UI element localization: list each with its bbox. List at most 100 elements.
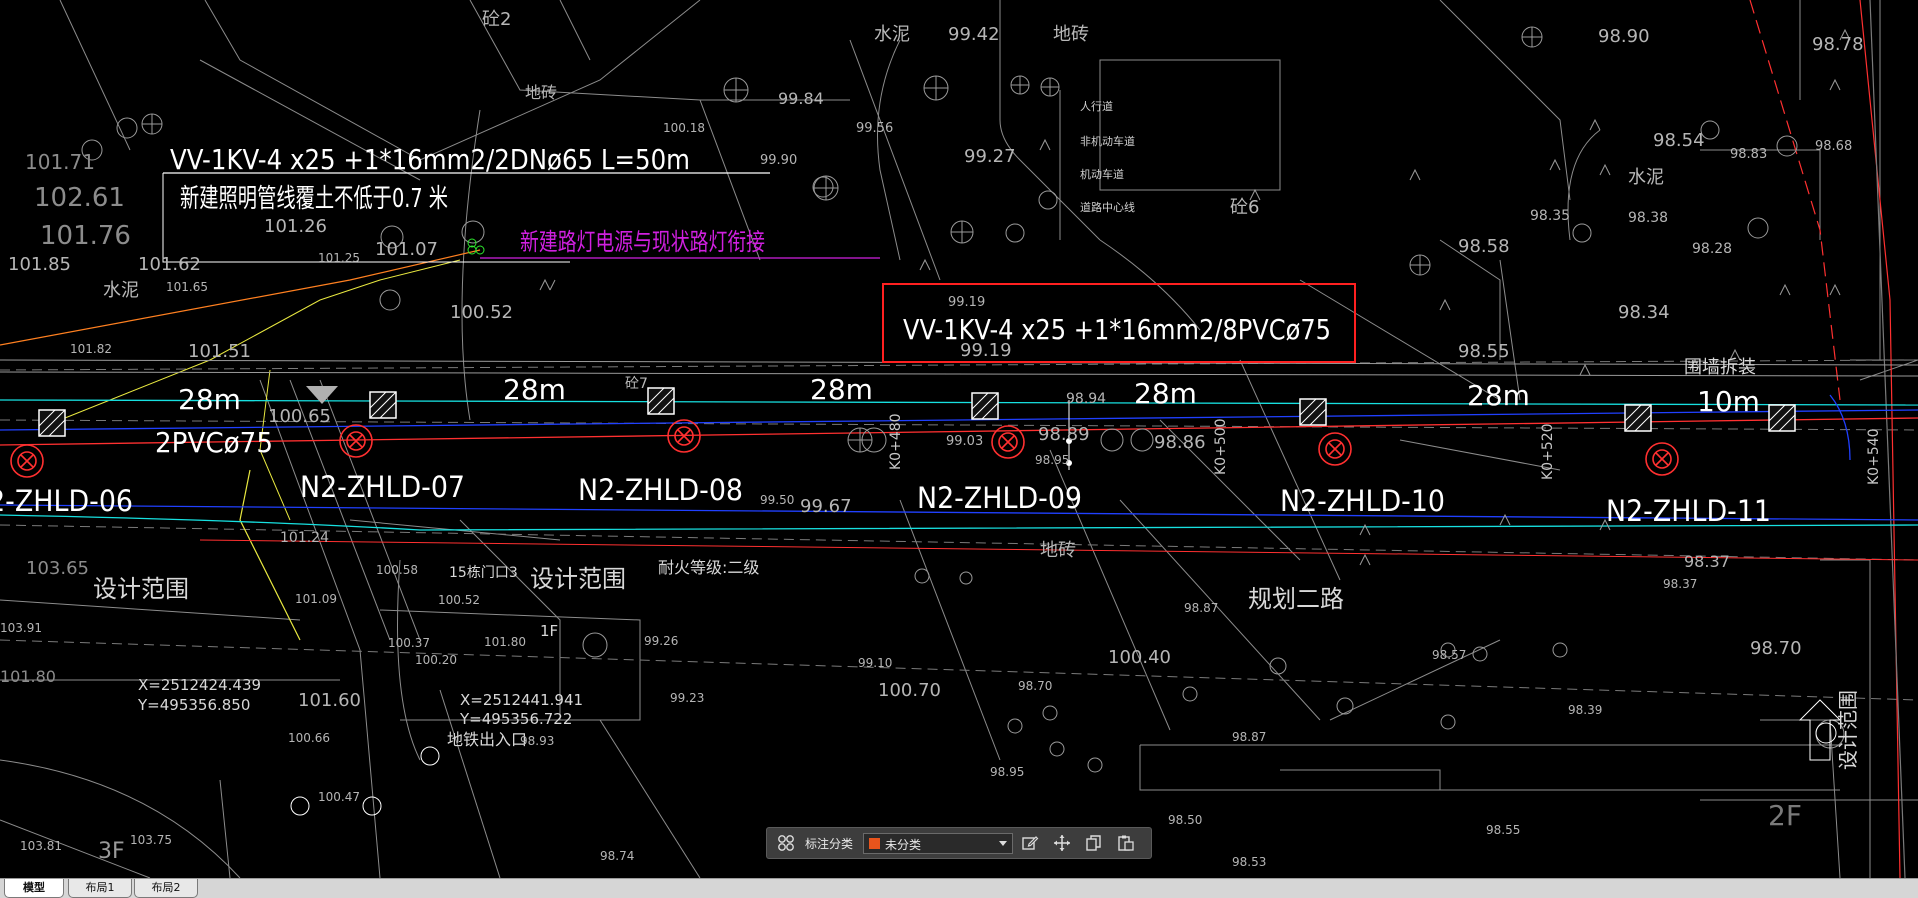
elevation-label: 100.20 [415,653,457,667]
elevation-label: 99.26 [644,634,678,648]
design-range-label: 设计范围 [1836,690,1860,770]
legend-label: 非机动车道 [1080,134,1135,148]
elevation-label: 98.89 [1038,424,1090,445]
copy-icon[interactable] [1085,834,1103,852]
elevation-label: 103.81 [20,839,62,853]
lamp-id: N2-ZHLD-08 [578,473,743,507]
elevation-label: 98.53 [1232,855,1266,869]
elevation-label: 101.26 [264,216,327,237]
material-label: 地砖 [1040,540,1076,561]
elevation-label: 98.37 [1663,577,1697,591]
edit-icon[interactable] [1021,834,1039,852]
elevation-label: 98.87 [1232,730,1266,744]
material-label: 砼6 [1230,197,1259,218]
design-range-label: 设计范围 [93,575,189,603]
floor-label: 3F [98,839,125,864]
elevation-label: 98.90 [1598,26,1650,47]
floor-label: 2F [1768,799,1802,832]
cable-spec-top: VV-1KV-4 x25 +1*16mm2/2DNø65 L=50m [170,143,690,176]
elevation-label: 101.51 [188,341,251,362]
material-label: 地砖 [525,83,557,102]
elevation-label: 99.03 [946,434,983,449]
floor-label: 1F [540,622,558,640]
elevation-label: 103.65 [26,558,89,579]
material-label: 砼7 [625,376,648,392]
elevation-label: 101.62 [138,254,201,275]
station-label: K0+540 [1866,428,1882,485]
elevation-label: 98.50 [1168,813,1202,827]
elevation-label: 100.37 [388,636,430,650]
elevation-label: 101.85 [8,254,71,275]
elevation-label: 100.70 [878,680,941,701]
elevation-label: 98.28 [1692,241,1732,257]
coord-label: X=2512424.439 [138,676,261,694]
elevation-label: 99.19 [948,295,985,310]
lamp-id: N2-ZHLD-10 [1280,484,1445,518]
layout-tab-bar: 模型 布局1 布局2 [0,878,1918,898]
elevation-label: 98.78 [1812,34,1864,55]
connect-note: 新建路灯电源与现状路灯衔接 [520,228,765,256]
elevation-label: 98.34 [1618,302,1670,323]
lamp-id: N2-ZHLD-06 [0,484,133,518]
span-label: 28m [1467,379,1530,412]
station-label: K0+480 [888,413,904,470]
paste-icon[interactable] [1117,834,1135,852]
elevation-label: 98.39 [1568,703,1602,717]
tab-model[interactable]: 模型 [4,879,64,898]
material-label: 水泥 [874,24,910,45]
elevation-label: 98.68 [1815,139,1852,154]
elevation-label: 98.74 [600,849,634,863]
elevation-label: 100.66 [288,731,330,745]
tree-symbols [81,26,1845,773]
elevation-label: 101.80 [0,667,56,686]
elevation-label: 98.70 [1018,679,1052,693]
elevation-label: 101.82 [70,342,112,356]
elevation-label: 99.67 [800,496,852,517]
building-no-label: 15栋门口3 [449,564,518,581]
burial-note: 新建照明管线覆土不低于0.7 米 [180,184,448,214]
span-label: 28m [503,373,566,406]
span-label: 28m [1134,377,1197,410]
elevation-label: 100.40 [1108,647,1171,668]
elevation-label: 101.25 [318,251,360,265]
elevation-label: 98.38 [1628,210,1668,226]
elevation-label: 99.23 [670,691,704,705]
material-label: 砼2 [482,9,511,30]
legend-label: 道路中心线 [1080,200,1135,214]
elevation-label: 101.09 [295,592,337,606]
pipe-label: 2PVCø75 [155,426,273,459]
fire-rating-label: 耐火等级:二级 [658,558,759,577]
elevation-label: 98.94 [1066,391,1106,407]
elevation-label: 103.75 [130,833,172,847]
category-color-swatch [869,838,880,849]
metro-exit-label: 地铁出入口 [447,730,527,749]
elevation-label: 98.54 [1653,130,1705,151]
elevation-label: 98.37 [1684,552,1730,571]
span-label: 10m [1697,385,1760,418]
elevation-label: 100.52 [438,593,480,607]
elevation-label: 101.76 [40,221,131,251]
category-grid-icon[interactable] [777,834,795,852]
move-icon[interactable] [1053,834,1071,852]
design-range-label: 设计范围 [530,565,626,593]
elevation-label: 100.47 [318,790,360,804]
lamp-id: N2-ZHLD-09 [917,481,1082,515]
elevation-label: 100.65 [268,406,331,427]
elevation-label: 99.50 [760,493,794,507]
elevation-label: 98.93 [520,734,554,748]
cad-drawing-canvas[interactable]: 砼2 砼6 砼7 水泥 地砖 水泥 地砖 水泥 地砖 人行道 非机动车道 机动车… [0,0,1918,878]
tab-layout-1[interactable]: 布局1 [68,879,132,898]
legend-label: 人行道 [1080,99,1113,113]
elevation-label: 98.55 [1486,823,1520,837]
annotation-category-select[interactable]: 未分类 [863,833,1013,854]
elevation-label: 100.52 [450,302,513,323]
coord-label: Y=495356.850 [137,696,250,714]
coord-label: Y=495356.722 [459,710,572,728]
material-label: 水泥 [1628,167,1664,188]
category-value: 未分类 [885,838,922,852]
elevation-label: 98.70 [1750,638,1802,659]
tab-layout-2[interactable]: 布局2 [134,879,198,898]
elevation-label: 99.84 [778,89,824,108]
elevation-label: 101.71 [25,150,95,174]
elevation-label: 98.95 [1035,453,1069,467]
